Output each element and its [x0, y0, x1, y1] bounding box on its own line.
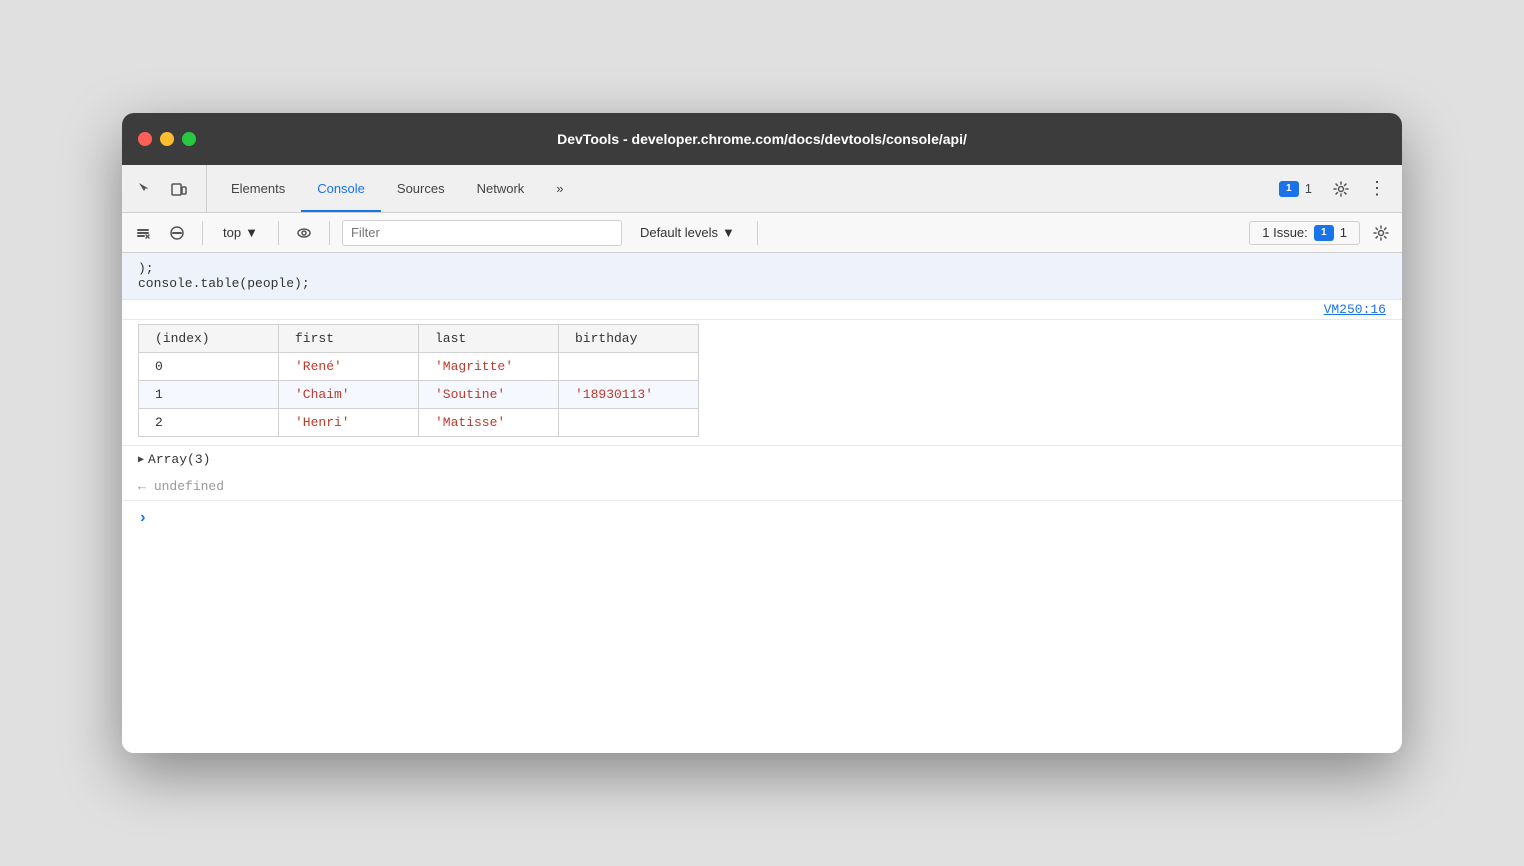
- clear-console-icon[interactable]: [130, 220, 156, 246]
- code-line-1: );: [138, 261, 1386, 276]
- return-arrow-icon: ←: [138, 479, 146, 494]
- issue-button[interactable]: 1 Issue: 1 1: [1249, 221, 1360, 245]
- devtools-icons-right: 1 1 ⋮: [1269, 165, 1394, 212]
- cell-birthday-2: [559, 409, 699, 437]
- console-toolbar: top ▼ Default levels ▼ 1 Issue: 1 1: [122, 213, 1402, 253]
- col-header-index: (index): [139, 325, 279, 353]
- tab-console[interactable]: Console: [301, 165, 381, 212]
- cell-index-1: 1: [139, 381, 279, 409]
- issues-badge-icon: 1: [1279, 181, 1299, 197]
- cell-last-2: 'Matisse': [419, 409, 559, 437]
- chevron-down-icon: ▼: [245, 225, 258, 240]
- tab-elements[interactable]: Elements: [215, 165, 301, 212]
- cell-last-1: 'Soutine': [419, 381, 559, 409]
- cell-first-2: 'Henri': [279, 409, 419, 437]
- filter-input[interactable]: [342, 220, 622, 246]
- array-expand[interactable]: ▶ Array(3): [122, 446, 1402, 473]
- devtools-icons-left: [130, 165, 207, 212]
- minimize-button[interactable]: [160, 132, 174, 146]
- table-row: 2 'Henri' 'Matisse': [139, 409, 699, 437]
- undefined-value: undefined: [154, 479, 224, 494]
- cell-last-0: 'Magritte': [419, 353, 559, 381]
- settings-icon[interactable]: [1326, 174, 1356, 204]
- context-selector[interactable]: top ▼: [215, 222, 266, 243]
- col-header-birthday: birthday: [559, 325, 699, 353]
- no-entry-icon[interactable]: [164, 220, 190, 246]
- eye-icon[interactable]: [291, 220, 317, 246]
- table-header-row: (index) first last birthday: [139, 325, 699, 353]
- console-table: (index) first last birthday 0 'René' 'Ma…: [138, 324, 699, 437]
- maximize-button[interactable]: [182, 132, 196, 146]
- triangle-icon: ▶: [138, 454, 144, 466]
- code-line-2: console.table(people);: [138, 276, 1386, 291]
- toolbar-divider-2: [278, 221, 279, 245]
- table-row: 0 'René' 'Magritte': [139, 353, 699, 381]
- levels-button[interactable]: Default levels ▼: [630, 222, 745, 243]
- chevron-down-icon: ▼: [722, 225, 735, 240]
- devtools-window: DevTools - developer.chrome.com/docs/dev…: [122, 113, 1402, 753]
- settings-console-icon[interactable]: [1368, 220, 1394, 246]
- prompt-row[interactable]: ›: [122, 501, 1402, 535]
- cell-first-1: 'Chaim': [279, 381, 419, 409]
- cell-birthday-1: '18930113': [559, 381, 699, 409]
- console-content: ); console.table(people); VM250:16 (inde…: [122, 253, 1402, 753]
- device-toolbar-icon[interactable]: [164, 174, 194, 204]
- devtools-tabs-bar: Elements Console Sources Network » 1 1: [122, 165, 1402, 213]
- cell-birthday-0: [559, 353, 699, 381]
- issues-badge-button[interactable]: 1 1: [1269, 177, 1322, 201]
- cell-index-0: 0: [139, 353, 279, 381]
- window-title: DevTools - developer.chrome.com/docs/dev…: [557, 131, 967, 147]
- titlebar: DevTools - developer.chrome.com/docs/dev…: [122, 113, 1402, 165]
- issue-badge-icon: 1: [1314, 225, 1334, 241]
- prompt-icon: ›: [138, 509, 148, 527]
- cell-index-2: 2: [139, 409, 279, 437]
- col-header-first: first: [279, 325, 419, 353]
- toolbar-divider-1: [202, 221, 203, 245]
- array-label: Array(3): [148, 452, 210, 467]
- context-menu-icon[interactable]: ⋮: [1360, 178, 1394, 199]
- code-block: ); console.table(people);: [122, 253, 1402, 300]
- console-table-wrapper: (index) first last birthday 0 'René' 'Ma…: [122, 320, 1402, 446]
- tab-more[interactable]: »: [540, 165, 579, 212]
- col-header-last: last: [419, 325, 559, 353]
- toolbar-divider-3: [329, 221, 330, 245]
- table-row: 1 'Chaim' 'Soutine' '18930113': [139, 381, 699, 409]
- traffic-lights: [138, 132, 196, 146]
- close-button[interactable]: [138, 132, 152, 146]
- tab-network[interactable]: Network: [461, 165, 541, 212]
- tab-sources[interactable]: Sources: [381, 165, 461, 212]
- toolbar-divider-4: [757, 221, 758, 245]
- inspect-icon[interactable]: [130, 174, 160, 204]
- cell-first-0: 'René': [279, 353, 419, 381]
- vm-link-row: VM250:16: [122, 300, 1402, 320]
- undefined-row: ← undefined: [122, 473, 1402, 501]
- vm-link[interactable]: VM250:16: [1324, 302, 1386, 317]
